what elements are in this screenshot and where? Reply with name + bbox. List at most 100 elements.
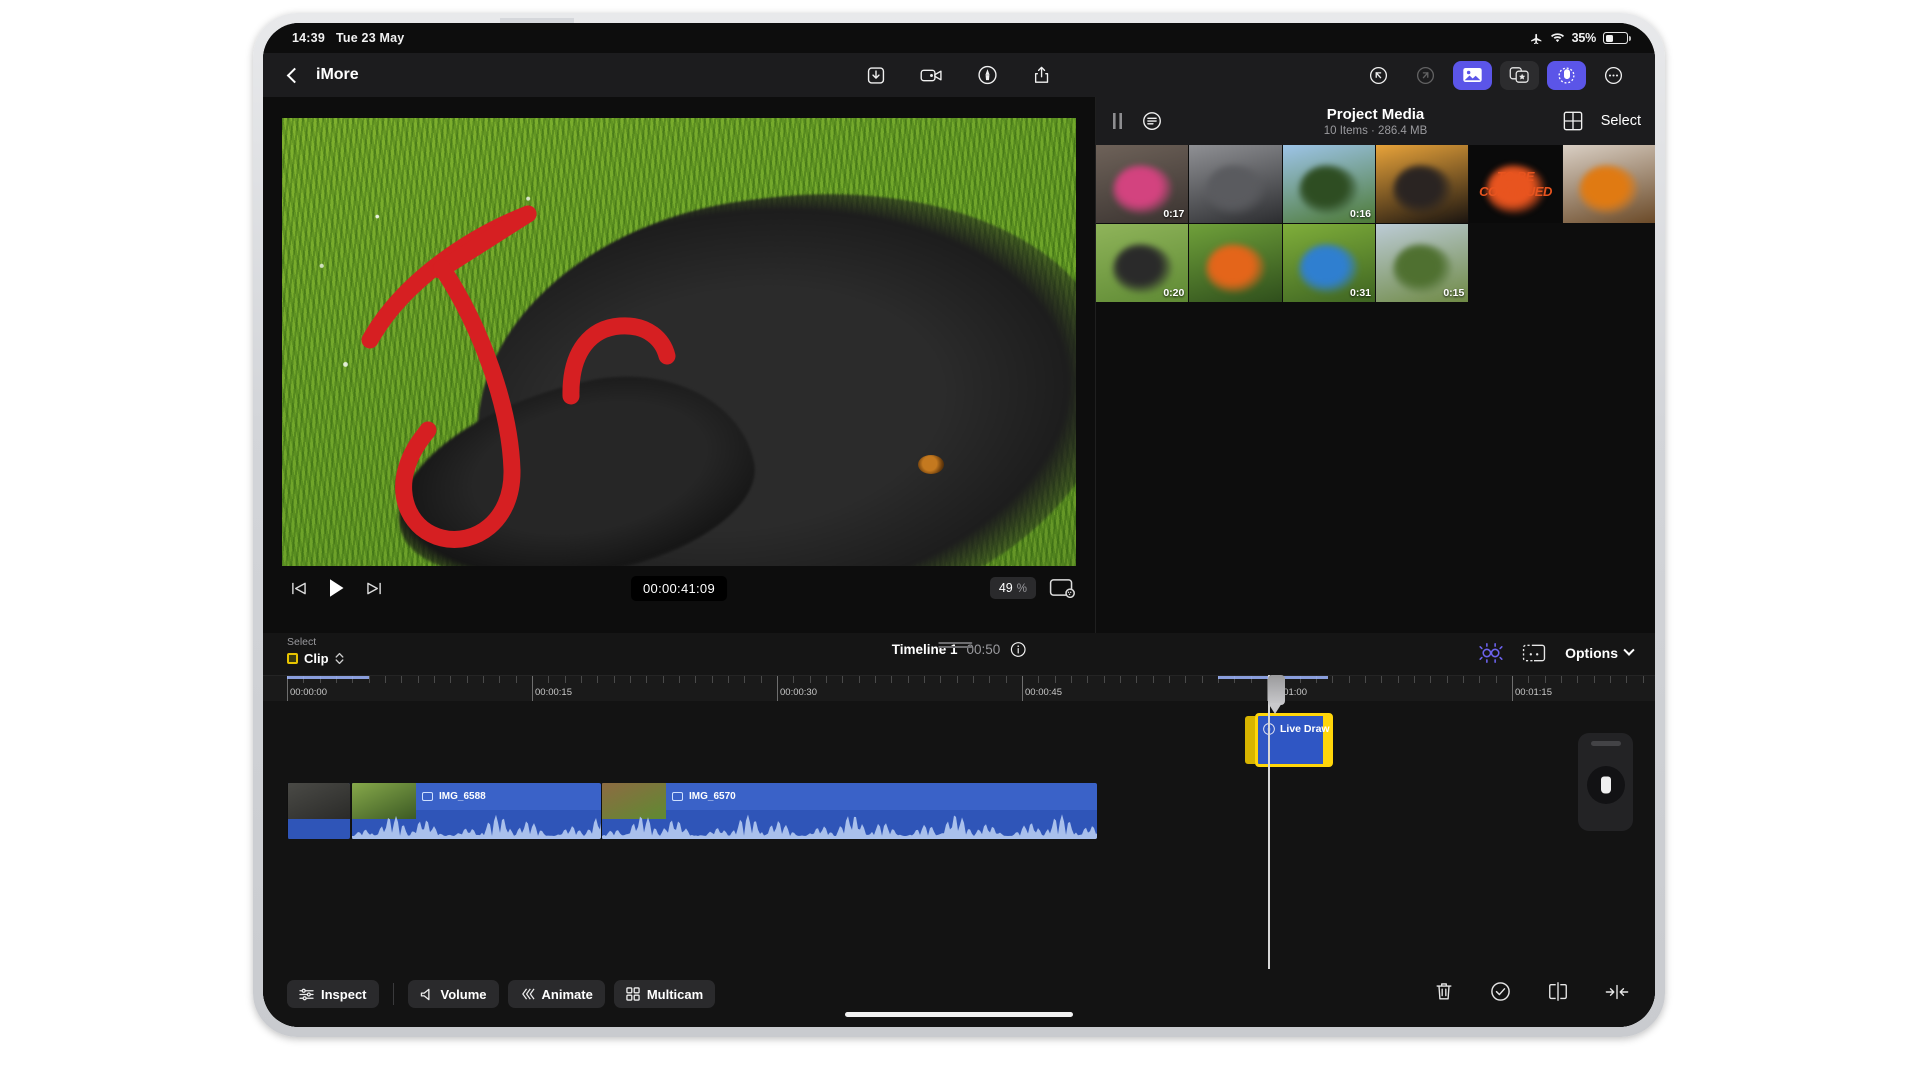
clip-trim-handle-left[interactable] [1245,716,1255,764]
clip-action-buttons: Inspect Volume Animate Multicam [287,980,716,1008]
magnetic-timeline-icon[interactable] [1479,642,1503,664]
selection-mode-label: Select [287,636,317,648]
ruler-label: 00:01:15 [1515,687,1552,698]
media-select-button[interactable]: Select [1601,113,1641,129]
thumbnail-image [1112,165,1172,214]
clip-audio-waveform [602,814,1097,839]
media-thumbnail[interactable]: 0:20 [1096,224,1189,303]
ruler-tick [989,676,991,683]
clip-thumbnail [288,783,350,819]
media-thumbnail[interactable] [1376,145,1469,224]
more-options-icon[interactable] [1594,61,1633,90]
multicam-button[interactable]: Multicam [613,980,716,1008]
timeline-overlay-clip[interactable]: Live Draw [1245,713,1333,767]
transitions-icon[interactable] [1522,643,1546,663]
battery-icon [1603,32,1631,44]
ruler-tick [1087,676,1089,683]
media-thumbnail[interactable] [1189,145,1282,224]
chevron-updown-icon [335,652,344,665]
ruler-tick [1610,676,1611,683]
media-browser-panel: Project Media 10 Items · 286.4 MB Select… [1095,97,1655,633]
ruler-tick [679,676,680,683]
ruler-tick [1479,676,1481,683]
ruler-tick [532,676,533,702]
thumbnail-duration: 0:17 [1163,208,1185,221]
trim-to-playhead-icon[interactable] [1605,983,1629,1001]
pause-icon[interactable] [1112,113,1123,129]
media-thumbnail[interactable]: TO BE CONTINUED [1469,145,1562,224]
media-thumbnail[interactable] [1189,224,1282,303]
record-video-icon[interactable] [920,65,944,86]
media-thumbnail[interactable]: 0:16 [1282,145,1375,224]
ruler-tick [842,676,844,683]
play-icon[interactable] [328,578,345,598]
animate-button[interactable]: Animate [507,980,605,1008]
inspect-button[interactable]: Inspect [287,980,379,1008]
selection-mode-value[interactable]: Clip [287,651,344,666]
project-title: iMore [316,66,359,83]
timeline-edit-icons [1434,981,1629,1002]
ruler-tick [744,676,746,683]
live-drawing-icon[interactable] [977,64,999,86]
media-thumbnail[interactable] [1562,145,1655,224]
ruler-tick [1397,676,1399,683]
timeline-options-button[interactable]: Options [1565,644,1635,661]
timeline-title-group[interactable]: Timeline 1 00:50 [892,641,1027,658]
status-date: Tue 23 May [335,31,405,45]
audio-icon[interactable] [1547,60,1586,90]
clip-name-label: IMG_6570 [689,791,736,802]
share-icon[interactable] [1032,64,1053,86]
ruler-tick [1642,676,1644,683]
playhead-timecode[interactable]: 00:00:41:09 [631,575,727,601]
grid-view-icon[interactable] [1563,111,1583,131]
media-thumbnail[interactable]: 0:31 [1282,224,1375,303]
trash-icon[interactable] [1434,981,1454,1002]
split-clip-icon[interactable] [1547,981,1569,1002]
redo-icon[interactable] [1406,61,1445,90]
timeline-tracks[interactable]: Live Draw IMG_6588 IMG_6570 [263,701,1655,969]
ruler-tick [858,676,860,683]
viewer-zoom-level[interactable]: 49 % [989,577,1036,599]
ruler-tick [1120,676,1121,683]
timeline-video-clip[interactable] [287,783,350,839]
undo-icon[interactable] [1359,61,1398,90]
skip-to-start-icon[interactable] [290,581,307,596]
timeline-video-clip[interactable]: IMG_6588 [351,783,601,839]
viewer-zoom-value: 49 [998,581,1013,595]
ruler-tick [1185,676,1187,683]
thumbnail-image [1112,244,1172,293]
playhead-handle[interactable] [1268,675,1285,705]
ruler-tick [1463,676,1464,683]
media-header-center: Project Media 10 Items · 286.4 MB [1324,106,1428,137]
playhead-tip [1268,703,1282,714]
sliders-icon [299,988,314,1001]
timeline-header: Select Clip Timeline 1 00:50 Options [263,633,1655,675]
check-circle-icon[interactable] [1490,981,1511,1002]
ruler-tick [630,676,631,683]
media-browser-icon[interactable] [1453,60,1492,90]
skip-to-end-icon[interactable] [366,581,383,596]
info-icon[interactable] [1009,641,1026,658]
timeline-ruler[interactable]: 00:00:00 00:00:15 00:00:30 00:00:45 00:01:00… [263,675,1655,702]
ruler-tick [417,676,419,683]
import-media-icon[interactable] [866,65,887,86]
media-thumbnail[interactable]: 0:17 [1096,145,1189,224]
timeline-video-clip[interactable]: IMG_6570 [601,783,1097,839]
ruler-tick [1348,676,1350,683]
filter-icon[interactable] [1141,110,1163,132]
status-right: 35% [1530,31,1631,45]
viewer-options-icon[interactable] [1049,578,1076,598]
effects-icon[interactable] [1500,60,1539,90]
ios-home-indicator[interactable] [845,1012,1073,1017]
timeline-area: Select Clip Timeline 1 00:50 Options 00:… [263,633,1655,1027]
thumbnail-image [1205,244,1266,293]
video-preview[interactable] [282,118,1076,566]
selection-mode-control[interactable]: Select Clip [287,636,344,666]
ruler-tick [1626,676,1628,683]
back-to-projects-button[interactable]: iMore [286,66,359,84]
preview-pane: 00:00:41:09 49 % [263,97,1095,633]
ruler-tick [1005,676,1007,683]
timeline-options-label: Options [1565,645,1618,661]
media-thumbnail[interactable]: 0:15 [1376,224,1469,303]
volume-button[interactable]: Volume [407,980,499,1008]
